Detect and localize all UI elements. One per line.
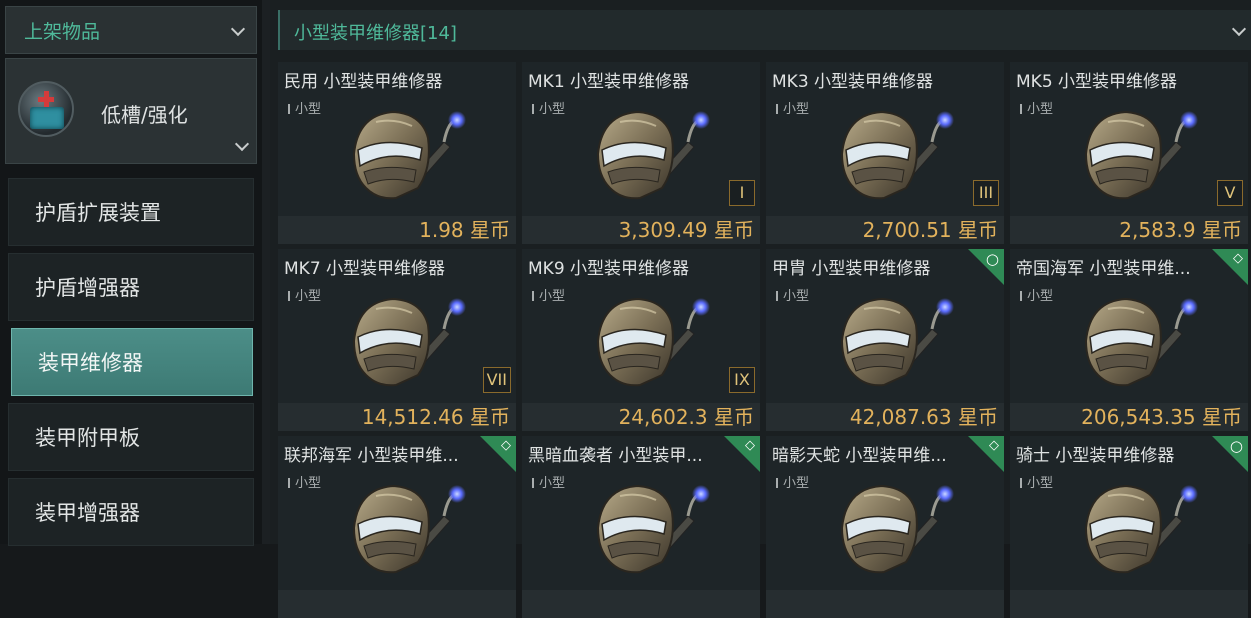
item-price bbox=[522, 590, 760, 618]
sidebar-item-label: 护盾扩展装置 bbox=[35, 201, 161, 225]
diamond-badge-icon: ◇ bbox=[1233, 251, 1243, 266]
diamond-badge-icon: ◇ bbox=[501, 438, 511, 453]
item-price bbox=[766, 590, 1004, 618]
item-size-label: 小型 bbox=[532, 285, 565, 304]
item-name: 甲胄 小型装甲维修器 bbox=[772, 259, 931, 279]
item-size-label: 小型 bbox=[532, 472, 565, 491]
item-price: 2,583.9 星币 bbox=[1010, 216, 1248, 244]
item-group-title: 小型装甲维修器[14] bbox=[294, 23, 457, 44]
diamond-badge-icon: ◇ bbox=[989, 438, 999, 453]
circle-badge-icon: ○ bbox=[1229, 437, 1243, 455]
diamond-badge-icon: ◇ bbox=[745, 438, 755, 453]
item-price bbox=[1010, 590, 1248, 618]
item-card[interactable]: 黑暗血袭者 小型装甲... 小型 ◇ bbox=[522, 436, 760, 618]
armor-repairer-item-icon bbox=[1084, 484, 1198, 574]
listed-items-dropdown[interactable]: 上架物品 bbox=[5, 6, 257, 54]
item-tier-badge: III bbox=[973, 180, 999, 206]
armor-repair-category-icon bbox=[18, 81, 74, 137]
item-name: 暗影天蛇 小型装甲维... bbox=[772, 446, 947, 466]
item-card[interactable]: 骑士 小型装甲维修器 小型 ○ bbox=[1010, 436, 1248, 618]
item-size-label: 小型 bbox=[1020, 98, 1053, 117]
armor-repairer-item-icon bbox=[1084, 110, 1198, 200]
item-price: 206,543.35 星币 bbox=[1010, 403, 1248, 431]
chevron-down-icon bbox=[1233, 24, 1245, 36]
item-name: MK5 小型装甲维修器 bbox=[1016, 72, 1178, 92]
item-size-label: 小型 bbox=[1020, 285, 1053, 304]
slot-category-selector[interactable]: 低槽/强化 bbox=[5, 58, 257, 164]
item-size-label: 小型 bbox=[288, 472, 321, 491]
sidebar-item-armor-plate[interactable]: 装甲附甲板 bbox=[8, 403, 254, 471]
item-tier-badge: VII bbox=[482, 367, 511, 393]
armor-repairer-item-icon bbox=[840, 297, 954, 387]
sidebar-item-armor-hardener[interactable]: 装甲增强器 bbox=[8, 478, 254, 546]
item-name: 民用 小型装甲维修器 bbox=[284, 72, 443, 92]
item-card[interactable]: 甲胄 小型装甲维修器 小型 ○ 42,087.63 星币 bbox=[766, 249, 1004, 431]
item-card[interactable]: MK7 小型装甲维修器 小型 VII 14,512.46 星币 bbox=[278, 249, 516, 431]
armor-repairer-item-icon bbox=[352, 110, 466, 200]
armor-repairer-item-icon bbox=[596, 484, 710, 574]
item-card[interactable]: MK1 小型装甲维修器 小型 I 3,309.49 星币 bbox=[522, 62, 760, 244]
item-card[interactable]: 联邦海军 小型装甲维... 小型 ◇ bbox=[278, 436, 516, 618]
sidebar-item-label: 装甲附甲板 bbox=[35, 426, 140, 450]
item-size-label: 小型 bbox=[776, 285, 809, 304]
item-card[interactable]: 民用 小型装甲维修器 小型 1.98 星币 bbox=[278, 62, 516, 244]
item-name: 骑士 小型装甲维修器 bbox=[1016, 446, 1175, 466]
armor-repairer-item-icon bbox=[1084, 297, 1198, 387]
item-price: 3,309.49 星币 bbox=[522, 216, 760, 244]
item-price: 24,602.3 星币 bbox=[522, 403, 760, 431]
item-size-label: 小型 bbox=[1020, 472, 1053, 491]
dropdown-label: 上架物品 bbox=[24, 20, 101, 43]
armor-repairer-item-icon bbox=[352, 484, 466, 574]
item-name: MK3 小型装甲维修器 bbox=[772, 72, 934, 92]
category-label: 低槽/强化 bbox=[101, 103, 188, 127]
item-name: MK1 小型装甲维修器 bbox=[528, 72, 690, 92]
item-size-label: 小型 bbox=[288, 98, 321, 117]
item-price: 1.98 星币 bbox=[278, 216, 516, 244]
item-size-label: 小型 bbox=[532, 98, 565, 117]
item-group-header[interactable]: 小型装甲维修器[14] bbox=[278, 10, 1251, 50]
item-price: 14,512.46 星币 bbox=[278, 403, 516, 431]
armor-repairer-item-icon bbox=[840, 484, 954, 574]
sidebar-item-label: 护盾增强器 bbox=[35, 276, 140, 300]
item-card[interactable]: MK5 小型装甲维修器 小型 V 2,583.9 星币 bbox=[1010, 62, 1248, 244]
chevron-down-icon bbox=[236, 139, 248, 151]
item-card[interactable]: MK9 小型装甲维修器 小型 IX 24,602.3 星币 bbox=[522, 249, 760, 431]
sidebar-item-armor-repairer[interactable]: 装甲维修器 bbox=[11, 328, 253, 396]
armor-repairer-item-icon bbox=[840, 110, 954, 200]
item-name: 黑暗血袭者 小型装甲... bbox=[528, 446, 703, 466]
item-card[interactable]: MK3 小型装甲维修器 小型 III 2,700.51 星币 bbox=[766, 62, 1004, 244]
item-price: 2,700.51 星币 bbox=[766, 216, 1004, 244]
item-size-label: 小型 bbox=[288, 285, 321, 304]
item-list-panel: 小型装甲维修器[14] 民用 小型装甲维修器 小型 1.98 星币 MK1 小型… bbox=[270, 0, 1251, 618]
item-price bbox=[278, 590, 516, 618]
item-name: MK7 小型装甲维修器 bbox=[284, 259, 446, 279]
sidebar-item-shield-booster[interactable]: 护盾增强器 bbox=[8, 253, 254, 321]
item-size-label: 小型 bbox=[776, 472, 809, 491]
sidebar-item-label: 装甲增强器 bbox=[35, 501, 140, 525]
circle-badge-icon: ○ bbox=[985, 250, 999, 268]
sidebar-item-label: 装甲维修器 bbox=[38, 351, 143, 375]
sidebar-item-shield-extender[interactable]: 护盾扩展装置 bbox=[8, 178, 254, 246]
panel-divider bbox=[262, 0, 270, 544]
item-name: MK9 小型装甲维修器 bbox=[528, 259, 690, 279]
chevron-down-icon bbox=[232, 24, 244, 36]
armor-repairer-item-icon bbox=[352, 297, 466, 387]
item-name: 联邦海军 小型装甲维... bbox=[284, 446, 459, 466]
armor-repairer-item-icon bbox=[596, 297, 710, 387]
item-tier-badge: V bbox=[1217, 180, 1243, 206]
category-sidebar: 上架物品 低槽/强化 护盾扩展装置 护盾增强器 装甲维修器 装甲附甲板 装甲增强… bbox=[0, 0, 262, 546]
item-card[interactable]: 暗影天蛇 小型装甲维... 小型 ◇ bbox=[766, 436, 1004, 618]
item-price: 42,087.63 星币 bbox=[766, 403, 1004, 431]
item-tier-badge: IX bbox=[729, 367, 755, 393]
item-size-label: 小型 bbox=[776, 98, 809, 117]
item-card[interactable]: 帝国海军 小型装甲维... 小型 ◇ 206,543.35 星币 bbox=[1010, 249, 1248, 431]
item-name: 帝国海军 小型装甲维... bbox=[1016, 259, 1191, 279]
armor-repairer-item-icon bbox=[596, 110, 710, 200]
item-tier-badge: I bbox=[729, 180, 755, 206]
